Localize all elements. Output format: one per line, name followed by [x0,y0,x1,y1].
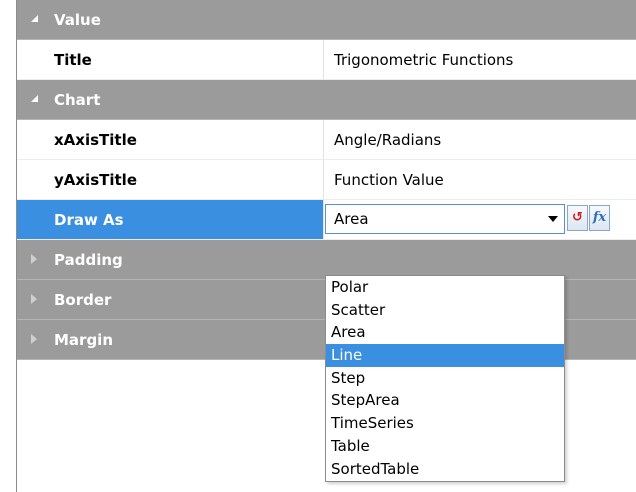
dropdown-option-timeseries[interactable]: TimeSeries [326,412,564,435]
dropdown-option-polar[interactable]: Polar [326,276,564,299]
reset-button[interactable]: ↺ [567,205,588,231]
category-label: Padding [54,251,123,269]
property-name: Draw As [17,200,323,239]
draw-as-dropdown-list[interactable]: Polar Scatter Area Line Step StepArea Ti… [325,275,565,482]
category-padding[interactable]: Padding [17,240,636,280]
column-divider[interactable] [323,200,324,239]
property-value[interactable]: Angle/Radians [324,120,636,159]
collapse-arrow-icon[interactable] [29,240,43,280]
property-value[interactable]: Trigonometric Functions [324,40,636,79]
category-label: Margin [54,331,114,349]
property-row-xaxistitle[interactable]: xAxisTitle Angle/Radians [17,120,636,160]
property-row-draw-as[interactable]: Draw As Area ↺ fx [17,200,636,240]
category-label: Border [54,291,112,309]
property-name: Title [54,51,92,69]
dropdown-option-steparea[interactable]: StepArea [326,389,564,412]
property-name: xAxisTitle [54,131,137,149]
expand-arrow-icon[interactable] [29,80,43,120]
dropdown-option-area[interactable]: Area [326,321,564,344]
dropdown-option-step[interactable]: Step [326,367,564,390]
category-label: Value [54,11,101,29]
dropdown-option-table[interactable]: Table [326,435,564,458]
category-value[interactable]: Value [17,0,636,40]
dropdown-option-line[interactable]: Line [326,344,564,367]
property-row-yaxistitle[interactable]: yAxisTitle Function Value [17,160,636,200]
property-row-title[interactable]: Title Trigonometric Functions [17,40,636,80]
property-name: yAxisTitle [54,171,137,189]
combobox-selected-value: Area [334,210,369,228]
dropdown-arrow-icon[interactable] [548,216,558,222]
property-value[interactable]: Function Value [324,160,636,199]
dropdown-option-scatter[interactable]: Scatter [326,299,564,322]
collapse-arrow-icon[interactable] [29,320,43,360]
category-chart[interactable]: Chart [17,80,636,120]
category-label: Chart [54,91,101,109]
fx-icon: fx [592,210,607,225]
expand-arrow-icon[interactable] [29,0,43,40]
dropdown-option-sortedtable[interactable]: SortedTable [326,458,564,481]
expression-button[interactable]: fx [589,205,610,231]
reset-icon: ↺ [572,210,583,225]
collapse-arrow-icon[interactable] [29,280,43,320]
draw-as-combobox[interactable]: Area [325,204,565,234]
